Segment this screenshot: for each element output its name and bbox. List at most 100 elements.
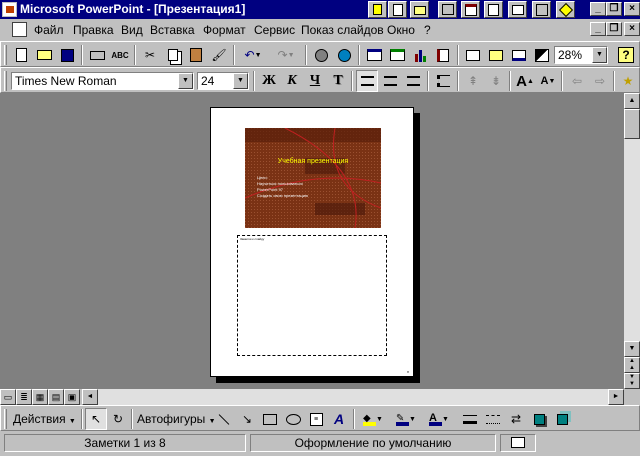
- decrease-spacing-icon[interactable]: ⇟: [485, 70, 507, 92]
- spelling-icon[interactable]: ABC: [109, 44, 131, 66]
- menu-view[interactable]: Вид: [121, 23, 143, 37]
- insert-excel-icon[interactable]: [386, 44, 408, 66]
- office-binder-icon[interactable]: [438, 1, 457, 18]
- align-center-icon[interactable]: [379, 70, 401, 92]
- save-icon[interactable]: [56, 44, 78, 66]
- copy-icon[interactable]: [162, 44, 184, 66]
- bold-button[interactable]: Ж: [258, 70, 280, 92]
- increase-font-size-icon[interactable]: A ▲: [514, 70, 536, 92]
- scroll-thumb[interactable]: [624, 109, 640, 139]
- shadow-icon[interactable]: [528, 408, 550, 430]
- slide-view-icon[interactable]: ▭: [0, 389, 16, 405]
- demote-icon[interactable]: ⇨: [589, 70, 611, 92]
- scroll-left-icon[interactable]: ◄: [82, 389, 98, 405]
- office-assistant-icon[interactable]: [556, 1, 575, 18]
- horizontal-scroll-track[interactable]: [98, 389, 608, 405]
- menu-help[interactable]: ?: [424, 23, 431, 37]
- journal-icon[interactable]: [532, 1, 551, 18]
- paste-icon[interactable]: [185, 44, 207, 66]
- format-painter-icon[interactable]: 🖌: [208, 44, 230, 66]
- menu-insert[interactable]: Вставка: [150, 23, 195, 37]
- close-app-button[interactable]: ×: [624, 2, 640, 16]
- wordart-icon[interactable]: A: [328, 408, 350, 430]
- web-toolbar-icon[interactable]: [333, 44, 355, 66]
- open-file-icon[interactable]: [33, 44, 55, 66]
- autoshapes-menu[interactable]: Автофигуры ▼: [137, 412, 216, 426]
- menu-window[interactable]: Окно: [387, 23, 415, 37]
- actions-menu[interactable]: Действия ▼: [13, 412, 76, 426]
- insert-clipart-icon[interactable]: [432, 44, 454, 66]
- underline-button[interactable]: Ч: [304, 70, 326, 92]
- font-name-dropdown-icon[interactable]: ▼: [178, 73, 193, 89]
- calendar-icon[interactable]: [461, 1, 480, 18]
- notes-placeholder[interactable]: Заметки к слайду: [237, 235, 387, 356]
- minimize-doc-button[interactable]: _: [590, 22, 606, 36]
- new-file-icon[interactable]: [10, 44, 32, 66]
- align-left-icon[interactable]: [356, 70, 378, 92]
- menu-file[interactable]: Файл: [34, 23, 64, 37]
- bullets-icon[interactable]: [432, 70, 454, 92]
- line-color-icon[interactable]: ✎ ▼: [391, 408, 421, 430]
- menu-tools[interactable]: Сервис: [254, 23, 295, 37]
- increase-spacing-icon[interactable]: ⇞: [462, 70, 484, 92]
- font-color-icon[interactable]: A ▼: [424, 408, 454, 430]
- arrow-icon[interactable]: ↘: [236, 408, 258, 430]
- spelling-status-icon[interactable]: [500, 434, 536, 452]
- new-slide-icon[interactable]: [462, 44, 484, 66]
- line-icon[interactable]: [213, 408, 235, 430]
- apply-design-icon[interactable]: [508, 44, 530, 66]
- notes-page-view-icon[interactable]: ▤: [48, 389, 64, 405]
- close-doc-button[interactable]: ×: [624, 22, 640, 36]
- new-document-shortcut-icon[interactable]: [388, 1, 407, 18]
- fill-color-icon[interactable]: ◆ ▼: [358, 408, 388, 430]
- menu-edit[interactable]: Правка: [73, 23, 114, 37]
- font-name-combo[interactable]: Times New Roman ▼: [11, 72, 194, 90]
- slide-layout-icon[interactable]: [485, 44, 507, 66]
- insert-word-table-icon[interactable]: [363, 44, 385, 66]
- italic-button[interactable]: К: [281, 70, 303, 92]
- select-pointer-icon[interactable]: ↖: [85, 408, 107, 430]
- font-size-combo[interactable]: 24 ▼: [197, 72, 249, 90]
- slide-sorter-view-icon[interactable]: ▦: [32, 389, 48, 405]
- document-icon[interactable]: [12, 22, 27, 37]
- restore-app-button[interactable]: ❐: [606, 2, 622, 16]
- undo-icon[interactable]: ↶ ▼: [238, 44, 268, 66]
- outline-view-icon[interactable]: ≣: [16, 389, 32, 405]
- oval-icon[interactable]: [282, 408, 304, 430]
- print-icon[interactable]: [86, 44, 108, 66]
- insert-chart-icon[interactable]: [409, 44, 431, 66]
- office-assistant-help-icon[interactable]: ?: [615, 44, 637, 66]
- vertical-scrollbar[interactable]: ▲ ▼ ▲ ▲ ▼ ▼: [624, 93, 640, 389]
- scroll-down-icon[interactable]: ▼: [624, 341, 640, 357]
- scroll-up-icon[interactable]: ▲: [624, 93, 640, 109]
- slide-thumbnail[interactable]: Учебная презентация Цели: Научиться поль…: [245, 128, 381, 228]
- align-right-icon[interactable]: [402, 70, 424, 92]
- decrease-font-size-icon[interactable]: A ▼: [537, 70, 559, 92]
- text-box-icon[interactable]: ≡: [305, 408, 327, 430]
- menu-slideshow[interactable]: Показ слайдов: [301, 23, 384, 37]
- slide-show-icon[interactable]: ▣: [64, 389, 80, 405]
- text-shadow-button[interactable]: Т: [327, 70, 349, 92]
- task-icon[interactable]: [484, 1, 503, 18]
- free-rotate-icon[interactable]: ↻: [107, 408, 129, 430]
- zoom-dropdown-icon[interactable]: ▼: [592, 47, 607, 63]
- font-size-dropdown-icon[interactable]: ▼: [233, 73, 248, 89]
- animation-effects-icon[interactable]: ★: [617, 70, 639, 92]
- 3d-icon[interactable]: [551, 408, 573, 430]
- toolbar-grip[interactable]: [4, 45, 7, 65]
- rectangle-icon[interactable]: [259, 408, 281, 430]
- cut-icon[interactable]: ✂: [139, 44, 161, 66]
- previous-slide-icon[interactable]: ▲ ▲: [624, 357, 640, 373]
- menu-format[interactable]: Формат: [203, 23, 246, 37]
- open-document-shortcut-icon[interactable]: [410, 1, 429, 18]
- contact-icon[interactable]: [508, 1, 527, 18]
- line-style-icon[interactable]: [459, 408, 481, 430]
- office-shortcut-icon[interactable]: [368, 1, 387, 18]
- minimize-app-button[interactable]: _: [590, 2, 606, 16]
- promote-icon[interactable]: ⇦: [566, 70, 588, 92]
- arrow-style-icon[interactable]: ⇄: [505, 408, 527, 430]
- zoom-combo[interactable]: 28% ▼: [554, 46, 608, 64]
- next-slide-icon[interactable]: ▼ ▼: [624, 373, 640, 389]
- hyperlink-icon[interactable]: [310, 44, 332, 66]
- dash-style-icon[interactable]: [482, 408, 504, 430]
